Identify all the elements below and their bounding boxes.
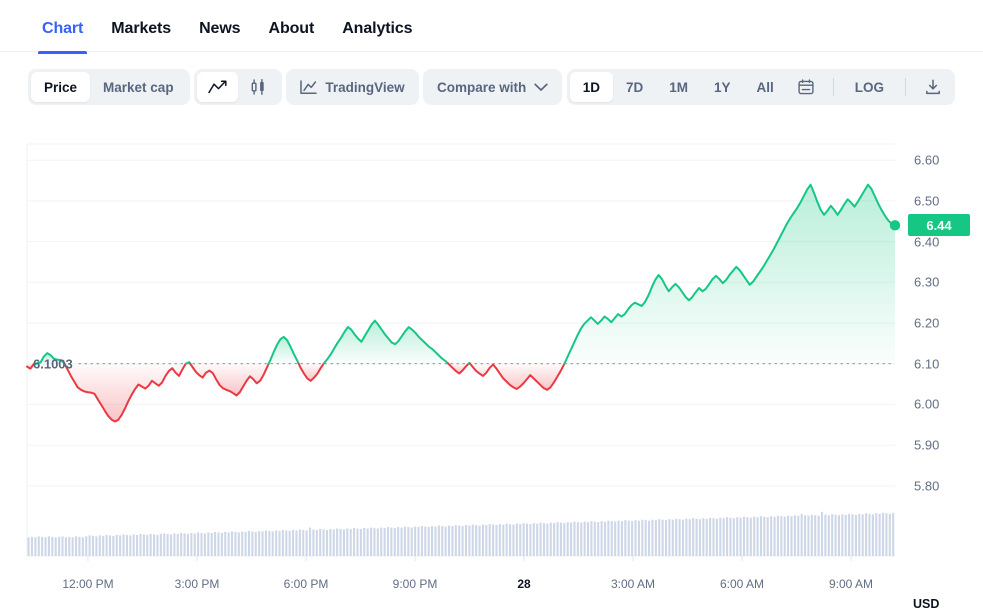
y-axis-tick: 6.20 [914, 315, 940, 331]
page-tabs: Chart Markets News About Analytics [0, 0, 983, 54]
price-chart[interactable]: 6.60 6.50 6.40 6.30 6.20 6.10 6.00 5.90 5.80 6.44… [0, 122, 983, 612]
line-chart-button[interactable] [196, 72, 238, 102]
tradingview-icon [300, 79, 318, 95]
candlestick-icon [249, 79, 268, 95]
range-all[interactable]: All [744, 72, 787, 102]
metric-toggle-group: Price Market cap [28, 69, 190, 105]
x-axis-tick: 3:00 AM [610, 577, 656, 591]
y-axis: 6.60 6.50 6.40 6.30 6.20 6.10 6.00 5.90 5.80 6.44 [908, 122, 983, 562]
y-axis-tick: 6.50 [914, 193, 940, 209]
tab-markets[interactable]: Markets [97, 0, 185, 54]
x-axis-tick: 12:00 PM [62, 577, 114, 591]
time-range-group: 1D 7D 1M 1Y All LOG [566, 69, 956, 105]
x-axis-tick: 3:00 PM [174, 577, 220, 591]
tab-news[interactable]: News [185, 0, 254, 54]
price-toggle[interactable]: Price [31, 72, 91, 102]
date-picker-button[interactable] [787, 72, 825, 102]
calendar-icon [798, 79, 814, 95]
open-price-label: 6.1003 [33, 356, 73, 372]
compare-with-label: Compare with [437, 79, 527, 95]
tab-chart[interactable]: Chart [28, 0, 97, 54]
y-axis-tick: 6.60 [914, 152, 940, 168]
log-scale-toggle[interactable]: LOG [842, 72, 897, 102]
download-button[interactable] [914, 72, 952, 102]
current-price-badge: 6.44 [908, 214, 970, 237]
currency-label: USD [913, 597, 940, 611]
chevron-down-icon [534, 83, 548, 92]
y-axis-tick: 6.10 [914, 356, 940, 372]
price-chart-canvas[interactable] [0, 122, 983, 562]
chart-toolbar: Price Market cap TradingView Compare wit… [0, 52, 983, 122]
chart-page: Chart Markets News About Analytics Price… [0, 0, 983, 612]
range-1y[interactable]: 1Y [701, 72, 744, 102]
market-cap-toggle[interactable]: Market cap [90, 72, 187, 102]
range-7d[interactable]: 7D [613, 72, 656, 102]
x-axis-tick: 9:00 PM [392, 577, 438, 591]
tab-about[interactable]: About [254, 0, 328, 54]
toolbar-divider-2 [905, 78, 907, 96]
x-axis-tick: 6:00 AM [719, 577, 765, 591]
range-1m[interactable]: 1M [656, 72, 701, 102]
toolbar-divider-1 [832, 78, 834, 96]
tradingview-button[interactable]: TradingView [286, 69, 419, 105]
range-1d[interactable]: 1D [569, 72, 613, 102]
download-icon [925, 79, 941, 95]
chart-type-group [193, 69, 282, 105]
y-axis-tick: 6.00 [914, 396, 940, 412]
y-axis-tick: 6.30 [914, 274, 940, 290]
y-axis-tick: 6.40 [914, 234, 940, 250]
tradingview-label: TradingView [325, 79, 405, 95]
x-axis-tick: 9:00 AM [828, 577, 874, 591]
y-axis-tick: 5.90 [914, 437, 940, 453]
candlestick-chart-button[interactable] [238, 72, 279, 102]
x-axis-tick: 6:00 PM [283, 577, 329, 591]
y-axis-tick: 5.80 [914, 478, 940, 494]
line-chart-icon [208, 80, 227, 94]
x-axis-tick: 28 [517, 577, 531, 591]
compare-with-dropdown[interactable]: Compare with [423, 69, 563, 105]
tab-analytics[interactable]: Analytics [328, 0, 426, 54]
